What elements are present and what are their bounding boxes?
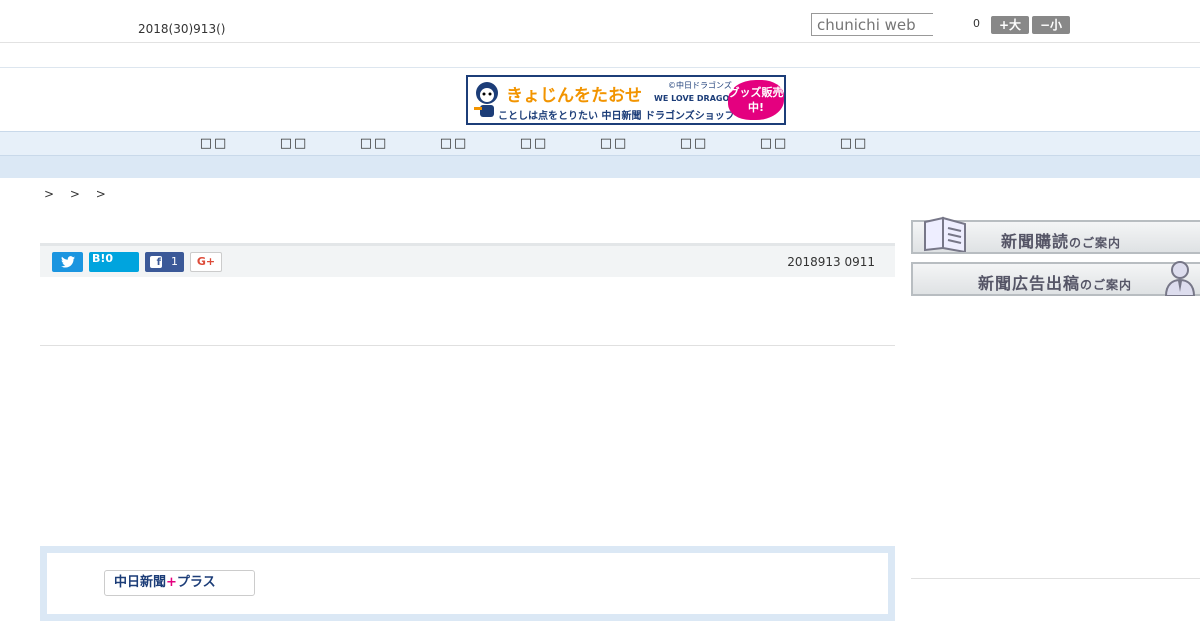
main-nav: □□ □□ □□ □□ □□ □□ □□ □□ □□: [0, 131, 1200, 156]
top-bar: 2018(30)913() 0 +大 −小: [0, 0, 1200, 43]
facebook-share-button[interactable]: f 1: [145, 252, 184, 272]
twitter-icon: [60, 256, 75, 268]
nav-item[interactable]: □□: [274, 136, 314, 151]
plus-logo-suffix: プラス: [176, 575, 216, 590]
chunichi-plus-box: 中日新聞+プラス: [40, 546, 895, 621]
advertising-label-suffix: のご案内: [1080, 278, 1133, 292]
subscription-guide-button[interactable]: 新聞購読のご案内: [911, 216, 1200, 254]
sidebar-divider: [911, 578, 1200, 579]
font-size-large-button[interactable]: +大: [991, 16, 1029, 34]
search-input[interactable]: [811, 13, 933, 36]
twitter-share-button[interactable]: [52, 252, 83, 272]
newspaper-icon: [921, 212, 971, 259]
advertising-label: 新聞広告出稿: [978, 274, 1081, 293]
subscription-label: 新聞購読: [1001, 232, 1070, 251]
nav-item[interactable]: □□: [514, 136, 554, 151]
advertising-guide-button[interactable]: 新聞広告出稿のご案内: [911, 261, 1200, 297]
current-date: 2018(30)913(): [138, 22, 226, 36]
sub-header-bar: [0, 44, 1200, 68]
breadcrumb[interactable]: > > >: [44, 187, 112, 201]
font-size-small-button[interactable]: −小: [1032, 16, 1070, 34]
nav-item[interactable]: □□: [354, 136, 394, 151]
nav-item[interactable]: □□: [834, 136, 874, 151]
google-plus-button[interactable]: G+: [190, 252, 222, 272]
banner-goods-badge: グッズ販売中!: [728, 80, 784, 120]
person-icon: [1163, 260, 1197, 303]
plus-logo-main: 中日新聞: [114, 575, 167, 590]
subscription-label-suffix: のご案内: [1069, 236, 1122, 250]
banner-main-text: きょじんをたおせ: [506, 86, 642, 106]
article-timestamp: 2018913 0911: [787, 255, 875, 269]
dragons-shop-banner[interactable]: きょじんをたおせ ことしは点をとりたい 中日新聞 ドラゴンズショップ ©中日ドラ…: [466, 75, 786, 125]
hatena-bookmark-button[interactable]: B!0: [89, 252, 139, 272]
nav-item[interactable]: □□: [194, 136, 234, 151]
facebook-count: 1: [171, 255, 178, 268]
content-divider: [40, 345, 895, 346]
chunichi-plus-logo[interactable]: 中日新聞+プラス: [104, 570, 255, 596]
nav-item[interactable]: □□: [594, 136, 634, 151]
nav-item[interactable]: □□: [754, 136, 794, 151]
nav-item[interactable]: □□: [434, 136, 474, 151]
nav-item[interactable]: □□: [674, 136, 714, 151]
banner-copyright: ©中日ドラゴンズ: [668, 81, 732, 90]
plus-logo-plus: +: [166, 575, 177, 590]
banner-sub-text: ことしは点をとりたい 中日新聞 ドラゴンズショップ: [498, 111, 735, 122]
notification-count: 0: [973, 17, 980, 30]
chunichi-plus-box-inner: 中日新聞+プラス: [47, 553, 888, 614]
facebook-icon: f: [150, 256, 162, 268]
sub-nav: [0, 156, 1200, 178]
share-bar: B!0 f 1 G+ 2018913 0911: [40, 243, 895, 277]
